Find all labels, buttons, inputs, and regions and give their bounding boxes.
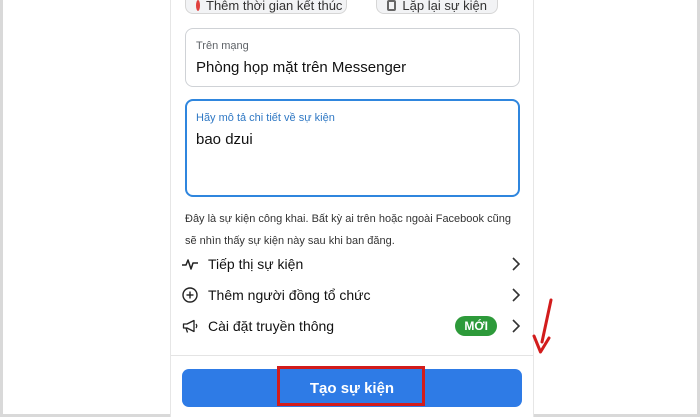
chevron-right-icon [509, 319, 523, 333]
online-location-field[interactable]: Trên mạng Phòng họp mặt trên Messenger [185, 28, 520, 87]
frame-border-left [0, 0, 3, 417]
event-description-field[interactable]: Hãy mô tả chi tiết về sự kiện bao dzui [185, 99, 520, 197]
phone-screen: Thêm thời gian kết thúc Lặp lại sự kiện … [170, 0, 553, 417]
chevron-right-icon [509, 257, 523, 271]
create-event-label: Tạo sự kiện [309, 379, 395, 397]
activity-icon [181, 255, 199, 273]
menu-item-promote-event[interactable]: Tiếp thị sự kiện [181, 250, 523, 278]
new-badge: MỚI [455, 316, 497, 336]
menu-item-label: Tiếp thị sự kiện [208, 256, 304, 272]
menu-item-label: Thêm người đồng tổ chức [208, 287, 371, 303]
add-circle-icon [196, 0, 200, 11]
plus-circle-icon [181, 286, 199, 304]
megaphone-icon [181, 317, 199, 335]
footer-divider [171, 355, 533, 356]
add-end-time-button[interactable]: Thêm thời gian kết thúc [185, 0, 347, 14]
menu-item-media-settings[interactable]: Cài đặt truyền thông MỚI [181, 312, 523, 340]
chevron-right-icon [509, 288, 523, 302]
event-description-value[interactable]: bao dzui [196, 131, 253, 148]
online-location-value: Phòng họp mặt trên Messenger [196, 59, 407, 76]
screenshot: Thêm thời gian kết thúc Lặp lại sự kiện … [0, 0, 700, 417]
repeat-event-label: Lặp lại sự kiện [402, 0, 487, 13]
add-end-time-label: Thêm thời gian kết thúc [206, 0, 343, 13]
public-event-notice: Đây là sự kiện công khai. Bất kỳ ai trên… [185, 213, 511, 247]
create-event-button[interactable]: Tạo sự kiện [182, 369, 522, 407]
menu-item-add-cohost[interactable]: Thêm người đồng tổ chức [181, 281, 523, 309]
menu-item-label: Cài đặt truyền thông [208, 318, 335, 334]
calendar-icon [387, 0, 397, 11]
annotation-arrow-icon [532, 298, 553, 354]
repeat-event-button[interactable]: Lặp lại sự kiện [376, 0, 498, 14]
online-location-label: Trên mạng [196, 40, 249, 52]
event-description-label: Hãy mô tả chi tiết về sự kiện [196, 112, 335, 124]
